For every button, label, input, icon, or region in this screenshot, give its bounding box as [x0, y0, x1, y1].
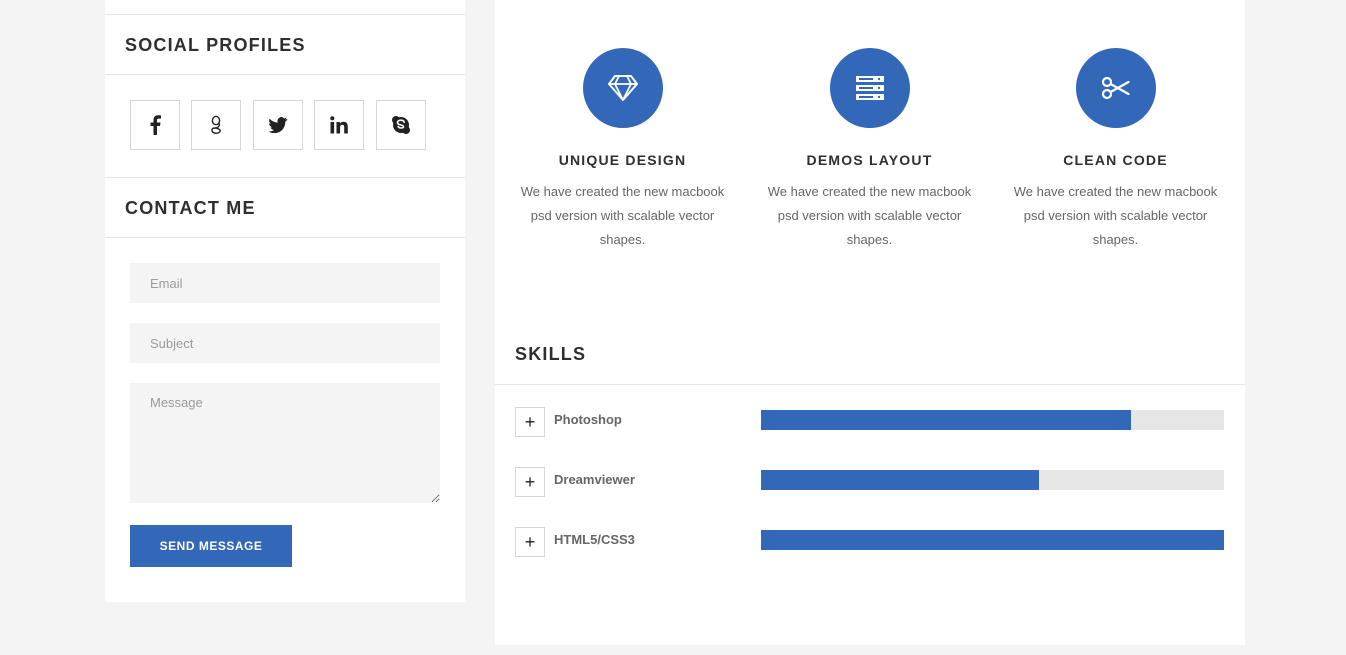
- skill-progress-track: [761, 410, 1224, 430]
- feature-icon-circle: [829, 48, 910, 128]
- feature-title: UNIQUE DESIGN: [558, 152, 687, 168]
- scissors-icon: [1101, 76, 1130, 100]
- skill-progress-fill: [761, 410, 1132, 430]
- feature-text: We have created the new macbook psd vers…: [520, 184, 725, 247]
- message-field[interactable]: [130, 383, 440, 503]
- facebook-icon: [150, 115, 161, 135]
- feature-clean-code: CLEAN CODE We have created the new macbo…: [992, 48, 1239, 252]
- facebook-button[interactable]: [130, 100, 180, 150]
- email-field[interactable]: [130, 263, 440, 303]
- skill-name: Dreamviewer: [554, 472, 635, 487]
- sidebar: SOCIAL PROFILES CONTACT ME Email Subject…: [105, 0, 465, 602]
- feature-text: We have created the new macbook psd vers…: [1013, 184, 1218, 247]
- expand-plus-icon[interactable]: +: [515, 527, 545, 557]
- expand-plus-icon[interactable]: +: [515, 407, 545, 437]
- skill-row-html5-css3: + HTML5/CSS3: [515, 527, 1224, 560]
- divider: [105, 177, 465, 178]
- subject-field[interactable]: [130, 323, 440, 363]
- feature-title: CLEAN CODE: [1063, 152, 1168, 168]
- server-icon: [855, 76, 884, 100]
- feature-unique-design: UNIQUE DESIGN We have created the new ma…: [499, 48, 746, 252]
- feature-demos-layout: DEMOS LAYOUT We have created the new mac…: [746, 48, 993, 252]
- skill-progress-track: [761, 530, 1224, 550]
- twitter-button[interactable]: [253, 100, 303, 150]
- main-panel: UNIQUE DESIGN We have created the new ma…: [495, 0, 1245, 645]
- skill-progress-fill: [761, 470, 1039, 490]
- skill-row-photoshop: + Photoshop: [515, 407, 1224, 440]
- divider: [105, 74, 465, 75]
- skype-icon: [392, 116, 410, 134]
- skill-name: Photoshop: [554, 412, 622, 427]
- contact-me-title: CONTACT ME: [125, 198, 256, 218]
- linkedin-button[interactable]: [314, 100, 364, 150]
- feature-text: We have created the new macbook psd vers…: [767, 184, 972, 247]
- send-message-button[interactable]: SEND MESSAGE: [130, 525, 292, 567]
- skill-name: HTML5/CSS3: [554, 532, 635, 547]
- google-button[interactable]: [191, 100, 241, 150]
- skype-button[interactable]: [376, 100, 426, 150]
- expand-plus-icon[interactable]: +: [515, 467, 545, 497]
- feature-title: DEMOS LAYOUT: [806, 152, 933, 168]
- feature-icon-circle: [582, 48, 663, 128]
- divider: [105, 14, 465, 15]
- google-icon: [211, 115, 221, 134]
- skill-row-dreamviewer: + Dreamviewer: [515, 467, 1224, 500]
- skill-progress-fill: [761, 530, 1224, 550]
- skill-progress-track: [761, 470, 1224, 490]
- feature-icon-circle: [1075, 48, 1156, 128]
- linkedin-icon: [330, 116, 348, 134]
- skills-title: SKILLS: [515, 344, 587, 364]
- social-profiles-title: SOCIAL PROFILES: [125, 35, 306, 55]
- divider: [495, 384, 1245, 385]
- twitter-icon: [268, 117, 288, 133]
- divider: [105, 237, 465, 238]
- diamond-icon: [607, 75, 638, 101]
